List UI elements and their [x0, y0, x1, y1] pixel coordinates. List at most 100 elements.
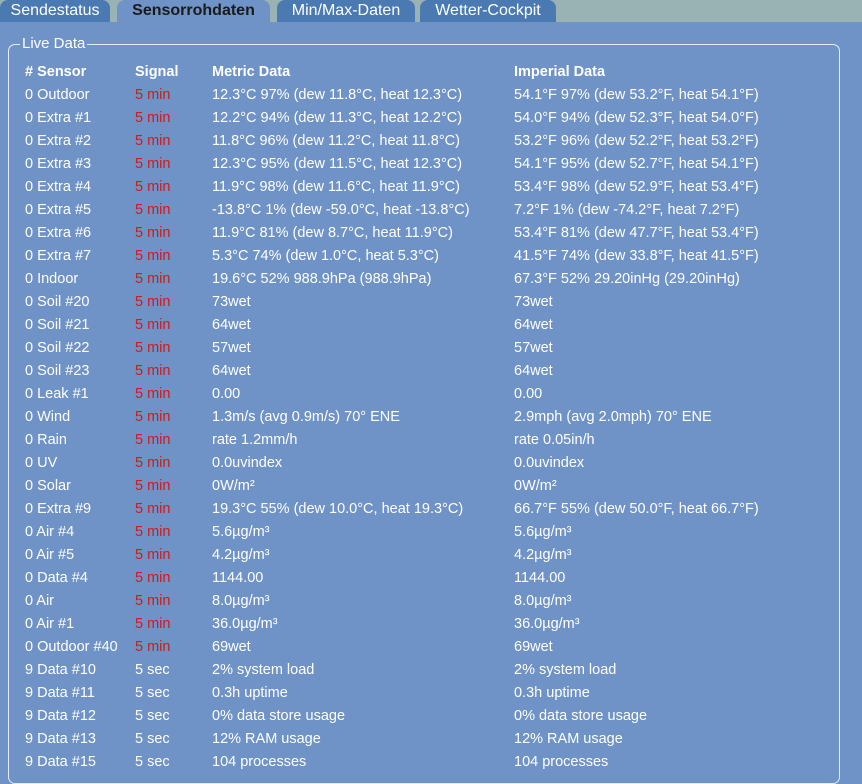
signal-age: 5 min	[135, 294, 171, 310]
sensor-name: 0 Soil #21	[25, 317, 90, 333]
table-row: 0 Soil #22 5 min 57wet 57wet	[20, 337, 854, 360]
tab-min-max-daten[interactable]: Min/Max-Daten	[277, 0, 415, 22]
imperial-value: 5.6µg/m³	[514, 524, 572, 540]
imperial-value: 53.2°F 96% (dew 52.2°F, heat 53.2°F)	[514, 133, 759, 149]
sensor-name: 0 Extra #7	[25, 248, 92, 264]
sensor-name: 0 Indoor	[25, 271, 79, 287]
signal-age: 5 min	[135, 87, 171, 103]
metric-value: 12.2°C 94% (dew 11.3°C, heat 12.2°C)	[212, 110, 463, 126]
signal-age: 5 min	[135, 248, 171, 264]
metric-value: 11.9°C 98% (dew 11.6°C, heat 11.9°C)	[212, 179, 460, 195]
sensor-name: 9 Data #13	[25, 731, 96, 747]
signal-age: 5 min	[135, 110, 171, 126]
metric-value: 0.3h uptime	[212, 685, 288, 701]
signal-age: 5 min	[135, 501, 171, 517]
table-row: 9 Data #15 5 sec 104 processes 104 processe…	[20, 751, 854, 774]
metric-value: 11.8°C 96% (dew 11.2°C, heat 11.8°C)	[212, 133, 460, 149]
metric-value: 69wet	[212, 639, 251, 655]
live-data-table: # Sensor Signal Metric Data Imperial Dat…	[20, 61, 854, 774]
metric-value: 8.0µg/m³	[212, 593, 270, 609]
sensor-name: 0 Extra #5	[25, 202, 92, 218]
imperial-value: 54.1°F 97% (dew 53.2°F, heat 54.1°F)	[514, 87, 759, 103]
sensor-name: 0 Outdoor	[25, 87, 90, 103]
metric-value: 64wet	[212, 363, 251, 379]
imperial-value: 7.2°F 1% (dew -74.2°F, heat 7.2°F)	[514, 202, 740, 218]
sensor-name: 0 UV	[25, 455, 58, 471]
imperial-value: 57wet	[514, 340, 553, 356]
sensor-name: 0 Extra #6	[25, 225, 92, 241]
metric-value: 19.6°C 52% 988.9hPa (988.9hPa)	[212, 271, 432, 287]
imperial-value: 2.9mph (avg 2.0mph) 70° ENE	[514, 409, 712, 425]
sensor-name: 0 Extra #2	[25, 133, 92, 149]
tab-wetter-cockpit[interactable]: Wetter-Cockpit	[420, 0, 556, 22]
signal-age: 5 min	[135, 616, 171, 632]
signal-age: 5 min	[135, 225, 171, 241]
imperial-value: 54.1°F 95% (dew 52.7°F, heat 54.1°F)	[514, 156, 759, 172]
signal-age: 5 min	[135, 156, 171, 172]
metric-value: 1.3m/s (avg 0.9m/s) 70° ENE	[212, 409, 400, 425]
table-row: 0 Outdoor 5 min 12.3°C 97% (dew 11.8°C, he…	[20, 84, 854, 107]
sensor-name: 0 Soil #23	[25, 363, 90, 379]
sensor-name: 0 Extra #3	[25, 156, 92, 172]
metric-value: 36.0µg/m³	[212, 616, 278, 632]
table-row: 9 Data #11 5 sec 0.3h uptime 0.3h uptime	[20, 682, 854, 705]
sensor-name: 0 Air #4	[25, 524, 75, 540]
imperial-value: 0.00	[514, 386, 543, 402]
sensor-name: 0 Rain	[25, 432, 67, 448]
table-row: 0 Air #5 5 min 4.2µg/m³ 4.2µg/m³	[20, 544, 854, 567]
imperial-value: 41.5°F 74% (dew 33.8°F, heat 41.5°F)	[514, 248, 759, 264]
imperial-value: 69wet	[514, 639, 553, 655]
sensor-name: 0 Solar	[25, 478, 71, 494]
table-row: 0 Soil #21 5 min 64wet 64wet	[20, 314, 854, 337]
table-row: 0 Soil #20 5 min 73wet 73wet	[20, 291, 854, 314]
table-row: 0 Outdoor #40 5 min 69wet 69wet	[20, 636, 854, 659]
sensor-name: 9 Data #12	[25, 708, 96, 724]
metric-value: 4.2µg/m³	[212, 547, 270, 563]
imperial-value: 1144.00	[514, 570, 566, 586]
imperial-value: 0W/m²	[514, 478, 557, 494]
signal-age: 5 min	[135, 524, 171, 540]
table-row: 0 Air #4 5 min 5.6µg/m³ 5.6µg/m³	[20, 521, 854, 544]
sensor-name: 0 Soil #20	[25, 294, 90, 310]
imperial-value: 0.3h uptime	[514, 685, 590, 701]
sensor-name: 0 Soil #22	[25, 340, 90, 356]
sensor-name: 9 Data #11	[25, 685, 95, 701]
tab-sendestatus[interactable]: Sendestatus	[0, 0, 110, 22]
metric-value: 57wet	[212, 340, 251, 356]
sensor-name: 0 Extra #4	[25, 179, 92, 195]
metric-value: 0% data store usage	[212, 708, 346, 724]
table-row: 0 Extra #7 5 min 5.3°C 74% (dew 1.0°C, hea…	[20, 245, 854, 268]
sensor-name: 0 Data #4	[25, 570, 88, 586]
signal-age: 5 min	[135, 409, 171, 425]
imperial-value: 104 processes	[514, 754, 609, 770]
header-imperial-data: Imperial Data	[514, 64, 606, 80]
signal-age: 5 min	[135, 340, 171, 356]
signal-age: 5 sec	[135, 685, 170, 701]
metric-value: rate 1.2mm/h	[212, 432, 298, 448]
header-sensor: # Sensor	[25, 64, 87, 80]
tab-sensorrohdaten[interactable]: Sensorrohdaten	[117, 0, 270, 22]
table-row: 0 Extra #6 5 min 11.9°C 81% (dew 8.7°C, he…	[20, 222, 854, 245]
imperial-value: 53.4°F 81% (dew 47.7°F, heat 53.4°F)	[514, 225, 759, 241]
imperial-value: 53.4°F 98% (dew 52.9°F, heat 53.4°F)	[514, 179, 759, 195]
table-row: 0 Rain 5 min rate 1.2mm/h rate 0.05in/h	[20, 429, 854, 452]
signal-age: 5 min	[135, 133, 171, 149]
table-row: 0 UV 5 min 0.0uvindex 0.0uvindex	[20, 452, 854, 475]
header-signal: Signal	[135, 64, 179, 80]
table-header-row: # Sensor Signal Metric Data Imperial Dat…	[20, 61, 854, 84]
metric-value: 11.9°C 81% (dew 8.7°C, heat 11.9°C)	[212, 225, 453, 241]
table-row: 9 Data #12 5 sec 0% data store usage 0% dat…	[20, 705, 854, 728]
header-metric-data: Metric Data	[212, 64, 291, 80]
table-row: 0 Extra #2 5 min 11.8°C 96% (dew 11.2°C, h…	[20, 130, 854, 153]
tab-bar: Sendestatus Sensorrohdaten Min/Max-Daten…	[0, 0, 862, 22]
imperial-value: 8.0µg/m³	[514, 593, 572, 609]
metric-value: 12.3°C 95% (dew 11.5°C, heat 12.3°C)	[212, 156, 463, 172]
signal-age: 5 sec	[135, 662, 170, 678]
signal-age: 5 sec	[135, 754, 170, 770]
metric-value: 73wet	[212, 294, 251, 310]
table-row: 0 Air #1 5 min 36.0µg/m³ 36.0µg/m³	[20, 613, 854, 636]
metric-value: 12.3°C 97% (dew 11.8°C, heat 12.3°C)	[212, 87, 463, 103]
metric-value: 19.3°C 55% (dew 10.0°C, heat 19.3°C)	[212, 501, 464, 517]
table-row: 0 Extra #1 5 min 12.2°C 94% (dew 11.3°C, h…	[20, 107, 854, 130]
sensor-name: 0 Outdoor #40	[25, 639, 118, 655]
